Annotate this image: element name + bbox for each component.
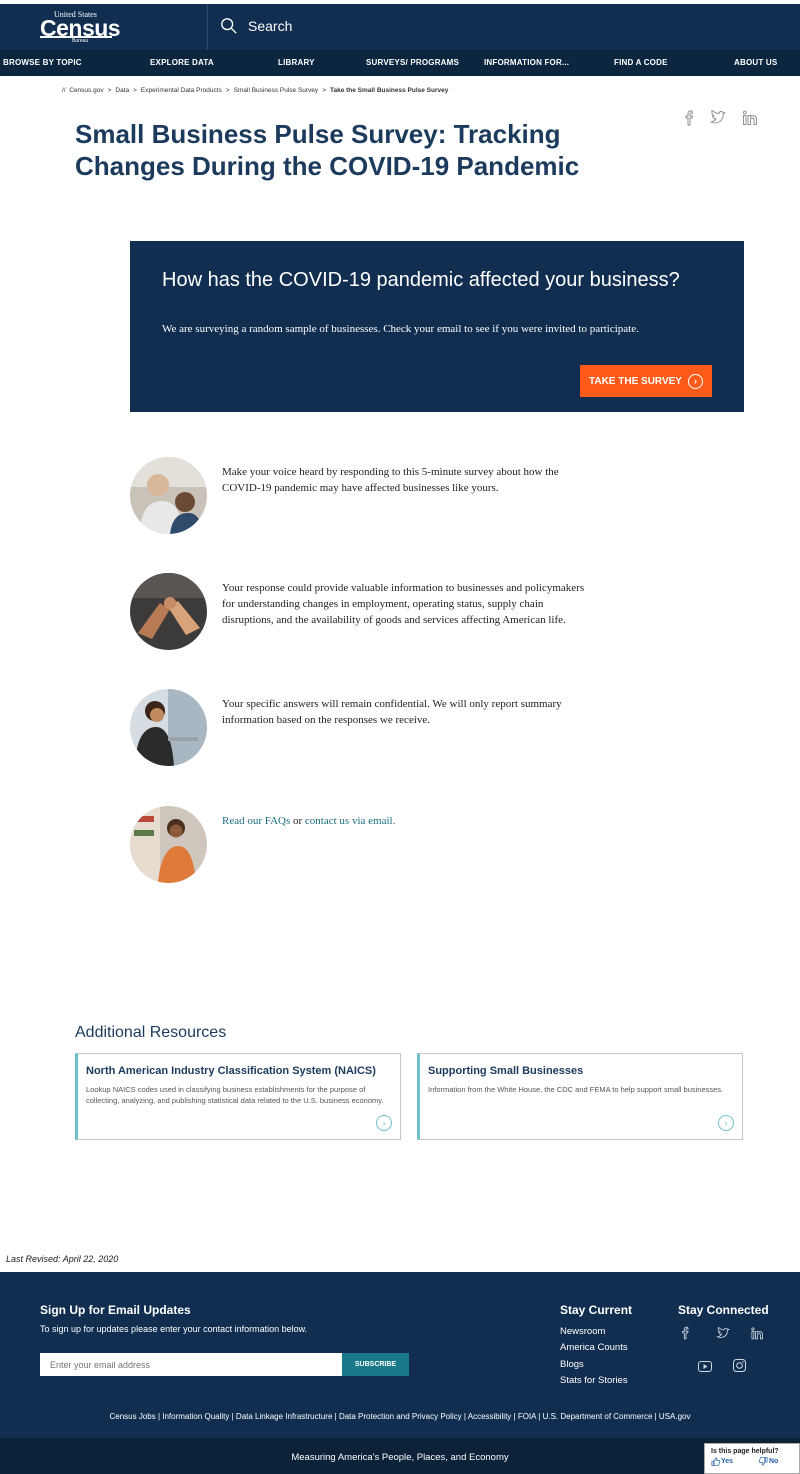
footer-tagline: Measuring America's People, Places, and … — [291, 1452, 509, 1463]
site-header: United States Census Bureau Search — [0, 0, 800, 50]
nav-find-a-code[interactable]: FIND A CODE — [614, 58, 668, 67]
footer-link-blogs[interactable]: Blogs — [560, 1359, 584, 1370]
last-revised: Last Revised: April 22, 2020 — [6, 1254, 119, 1264]
nav-about-us[interactable]: ABOUT US — [734, 58, 777, 67]
info-text-value: Your response could provide valuable inf… — [222, 582, 585, 626]
take-survey-label: TAKE THE SURVEY — [589, 375, 682, 387]
main-nav: BROWSE BY TOPIC EXPLORE DATA LIBRARY SUR… — [0, 50, 800, 76]
search-button[interactable]: Search — [220, 14, 292, 38]
hero-body: We are surveying a random sample of busi… — [162, 323, 639, 335]
linkedin-icon[interactable] — [742, 110, 760, 126]
nav-information-for[interactable]: INFORMATION FOR... — [484, 58, 569, 67]
footer-link-newsroom[interactable]: Newsroom — [560, 1326, 605, 1337]
header-divider — [207, 4, 208, 50]
breadcrumb-item-pulse-survey[interactable]: Small Business Pulse Survey — [234, 87, 319, 94]
footer-policy-links[interactable]: Census Jobs | Information Quality | Data… — [0, 1412, 800, 1421]
photo-elderly-man — [130, 457, 207, 534]
additional-resources-title: Additional Resources — [75, 1024, 227, 1041]
header-top-strip — [0, 0, 800, 4]
footer-link-stats-for-stories[interactable]: Stats for Stories — [560, 1375, 628, 1386]
resource-card-body: Lookup NAICS codes used in classifying b… — [86, 1085, 384, 1105]
census-logo[interactable]: United States Census Bureau — [40, 8, 130, 44]
resource-card-small-business[interactable]: Supporting Small Businesses Information … — [417, 1053, 743, 1140]
resource-card-body: Information from the White House, the CD… — [428, 1085, 724, 1094]
breadcrumb-separator: > — [322, 87, 326, 94]
hero-heading: How has the COVID-19 pandemic affected y… — [162, 269, 680, 291]
survey-hero-box: How has the COVID-19 pandemic affected y… — [130, 241, 744, 412]
faq-link[interactable]: Read our FAQs — [222, 815, 290, 827]
page-helpful-widget: Is this page helpful? Yes No — [704, 1443, 800, 1474]
breadcrumb-item-experimental[interactable]: Experimental Data Products — [141, 87, 222, 94]
site-footer: Sign Up for Email Updates To sign up for… — [0, 1272, 800, 1438]
photo-woman-laptop — [130, 689, 207, 766]
info-text-voice: Make your voice heard by responding to t… — [222, 466, 559, 494]
breadcrumb-current: Take the Small Business Pulse Survey — [329, 87, 449, 94]
email-input[interactable] — [40, 1353, 342, 1376]
thumbs-down-icon — [759, 1457, 768, 1466]
photo-shop-owner — [130, 806, 207, 883]
chevron-right-icon: › — [718, 1115, 734, 1131]
photo-high-five — [130, 573, 207, 650]
nav-library[interactable]: LIBRARY — [278, 58, 315, 67]
youtube-icon[interactable] — [698, 1361, 712, 1372]
helpful-yes-button[interactable]: Yes — [721, 1458, 733, 1465]
breadcrumb-separator: > — [107, 87, 112, 94]
thumbs-up-icon — [711, 1457, 720, 1466]
faq-or-text: or — [290, 815, 305, 827]
search-icon — [221, 18, 237, 34]
stay-connected-title: Stay Connected — [678, 1303, 769, 1317]
stay-current-title: Stay Current — [560, 1303, 633, 1317]
breadcrumb-separator: > — [133, 87, 137, 94]
info-text-confidential: Your specific answers will remain confid… — [222, 698, 562, 726]
search-label: Search — [248, 18, 293, 34]
resource-card-title: Supporting Small Businesses — [428, 1065, 584, 1077]
footer-bottom-bar: Measuring America's People, Places, and … — [0, 1438, 800, 1474]
chevron-right-icon: › — [687, 373, 703, 389]
breadcrumb-separator: > — [225, 87, 230, 94]
linkedin-icon[interactable] — [750, 1327, 766, 1340]
facebook-icon[interactable] — [684, 110, 696, 126]
breadcrumb-item-data[interactable]: Data — [115, 87, 129, 94]
breadcrumb-item-census[interactable]: Census.gov — [69, 87, 103, 94]
logo-sub-text: Bureau — [72, 38, 89, 44]
twitter-icon[interactable] — [710, 110, 728, 126]
footer-link-america-counts[interactable]: America Counts — [560, 1342, 628, 1353]
instagram-icon[interactable] — [733, 1359, 746, 1372]
take-survey-button[interactable]: TAKE THE SURVEY › — [580, 365, 712, 397]
subscribe-button[interactable]: SUBSCRIBE — [342, 1353, 409, 1376]
breadcrumb: // Census.gov > Data > Experimental Data Pro… — [62, 87, 448, 94]
chevron-right-icon: › — [376, 1115, 392, 1131]
resource-card-title: North American Industry Classification S… — [86, 1065, 376, 1077]
facebook-icon[interactable] — [681, 1326, 691, 1340]
nav-browse-by-topic[interactable]: BROWSE BY TOPIC — [3, 58, 82, 67]
nav-explore-data[interactable]: EXPLORE DATA — [150, 58, 214, 67]
resource-card-naics[interactable]: North American Industry Classification S… — [75, 1053, 401, 1140]
signup-subtitle: To sign up for updates please enter your… — [40, 1324, 308, 1334]
helpful-question: Is this page helpful? — [711, 1448, 779, 1455]
twitter-icon[interactable] — [716, 1327, 732, 1340]
page-title: Small Business Pulse Survey: Tracking Ch… — [75, 119, 580, 181]
info-text-faq: Read our FAQs or contact us via email. — [222, 813, 592, 829]
helpful-no-button[interactable]: No — [769, 1458, 778, 1465]
breadcrumb-prefix: // — [62, 87, 66, 94]
contact-email-link[interactable]: contact us via email. — [305, 815, 395, 827]
signup-title: Sign Up for Email Updates — [40, 1303, 191, 1317]
nav-surveys-programs[interactable]: SURVEYS/ PROGRAMS — [366, 58, 459, 67]
social-share — [684, 110, 760, 126]
